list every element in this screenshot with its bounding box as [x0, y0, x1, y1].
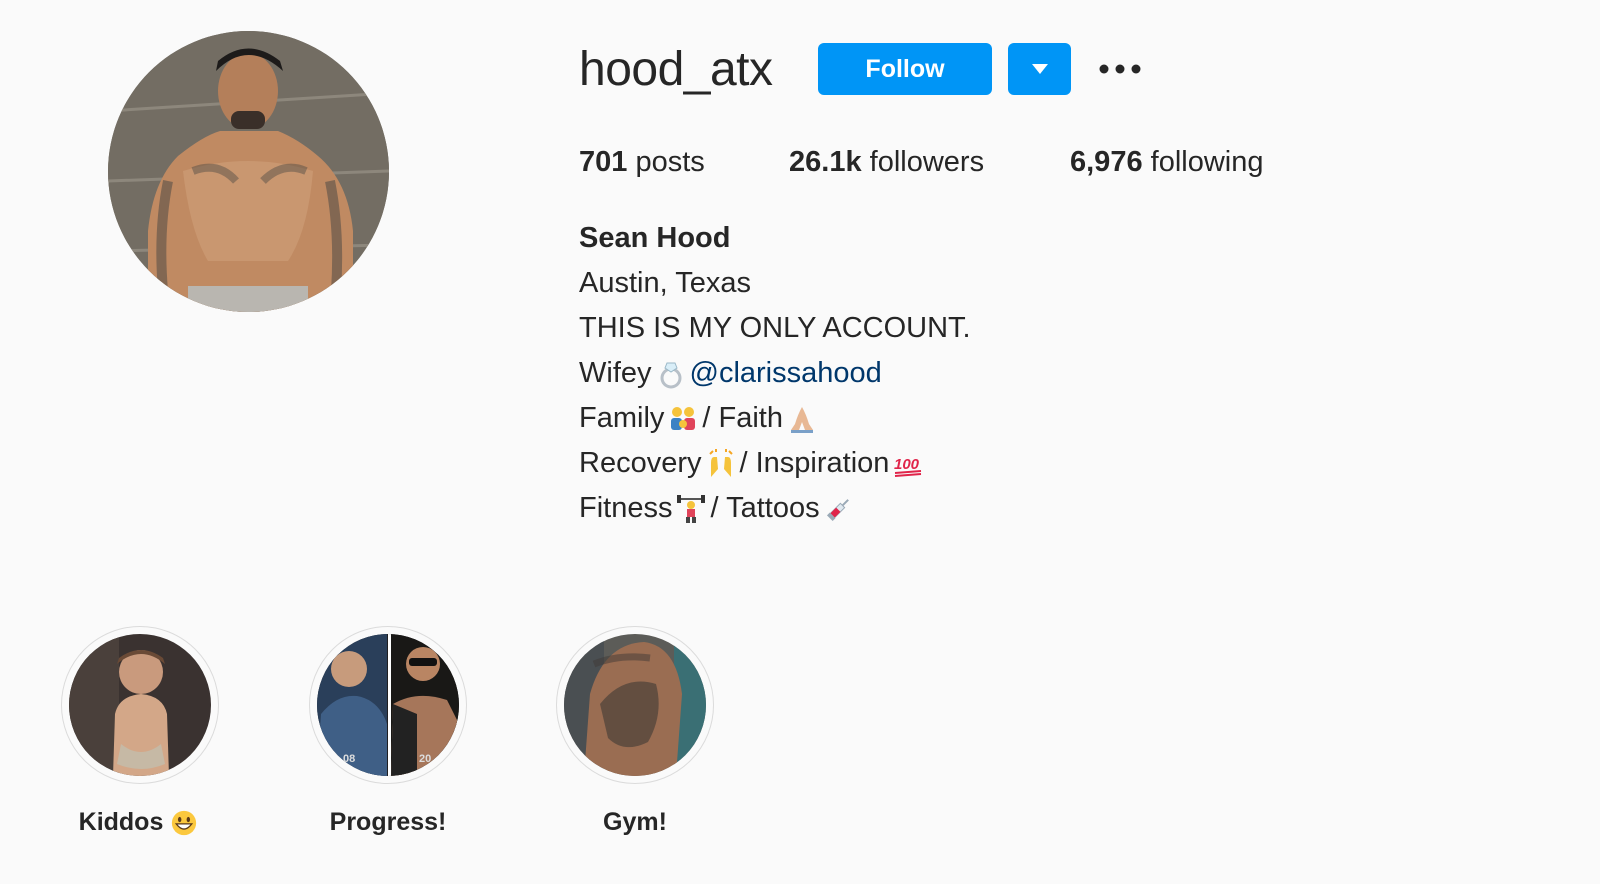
profile-bio: Sean Hood Austin, Texas THIS IS MY ONLY …	[579, 216, 971, 531]
highlight-gym[interactable]: Gym!	[555, 626, 715, 837]
more-horizontal-icon	[1099, 64, 1141, 74]
grinning-face-emoji-icon	[171, 810, 197, 836]
praying-hands-emoji-icon	[787, 404, 817, 434]
bio-family-line: Family / Faith	[579, 396, 971, 441]
family-emoji-icon	[668, 404, 698, 434]
full-name: Sean Hood	[579, 222, 731, 254]
followers-stat[interactable]: 26.1k followers	[789, 142, 984, 182]
highlight-ring	[61, 626, 219, 784]
hundred-points-emoji-icon: 100	[893, 449, 923, 479]
bio-family-text: Family	[579, 402, 665, 434]
highlight-kiddos[interactable]: Kiddos	[60, 626, 220, 837]
highlight-progress[interactable]: 08 20 Progress!	[308, 626, 468, 837]
bio-fitness-line: Fitness / Tattoos	[579, 486, 971, 531]
more-options-button[interactable]	[1096, 52, 1144, 86]
posts-stat: 701 posts	[579, 142, 705, 182]
ring-emoji-icon	[656, 359, 686, 389]
avatar-photo	[108, 31, 389, 312]
bio-tattoos-text: / Tattoos	[710, 492, 820, 524]
profile-username: hood_atx	[579, 43, 773, 96]
highlight-ring	[556, 626, 714, 784]
posts-count: 701	[579, 146, 628, 178]
syringe-emoji-icon	[824, 494, 854, 524]
bio-inspiration-text: / Inspiration	[739, 447, 890, 479]
weight-lifter-emoji-icon	[676, 494, 706, 524]
caret-down-icon	[1031, 64, 1048, 74]
highlight-cover-image: 08 20	[317, 634, 459, 776]
bio-location: Austin, Texas	[579, 267, 751, 299]
following-stat[interactable]: 6,976 following	[1070, 142, 1263, 182]
bio-faith-text: / Faith	[702, 402, 783, 434]
highlight-cover-image	[564, 634, 706, 776]
highlight-label: Kiddos	[79, 808, 202, 837]
bio-recovery-text: Recovery	[579, 447, 702, 479]
bio-recovery-line: Recovery / Inspiration 100	[579, 441, 971, 486]
bio-wifey-prefix: Wifey	[579, 357, 652, 389]
followers-count: 26.1k	[789, 146, 862, 178]
follow-button[interactable]: Follow	[818, 43, 992, 95]
cover-year-right: 20	[419, 753, 431, 765]
highlight-label: Gym!	[603, 808, 667, 836]
following-label: following	[1150, 146, 1264, 178]
wife-mention-link[interactable]: @clarissahood	[690, 351, 882, 396]
profile-avatar[interactable]	[108, 31, 389, 312]
raising-hands-emoji-icon	[706, 448, 736, 479]
highlight-cover-image	[69, 634, 211, 776]
highlight-label: Progress!	[329, 808, 447, 836]
highlight-label-text: Kiddos	[78, 808, 164, 836]
cover-year-left: 08	[343, 753, 355, 765]
posts-label: posts	[635, 146, 705, 178]
bio-account-note: THIS IS MY ONLY ACCOUNT.	[579, 312, 971, 344]
following-count: 6,976	[1070, 146, 1143, 178]
bio-fitness-text: Fitness	[579, 492, 673, 524]
followers-label: followers	[869, 146, 985, 178]
bio-wifey-line: Wifey @clarissahood	[579, 351, 971, 396]
highlight-ring: 08 20	[309, 626, 467, 784]
suggested-accounts-dropdown-button[interactable]	[1008, 43, 1071, 95]
